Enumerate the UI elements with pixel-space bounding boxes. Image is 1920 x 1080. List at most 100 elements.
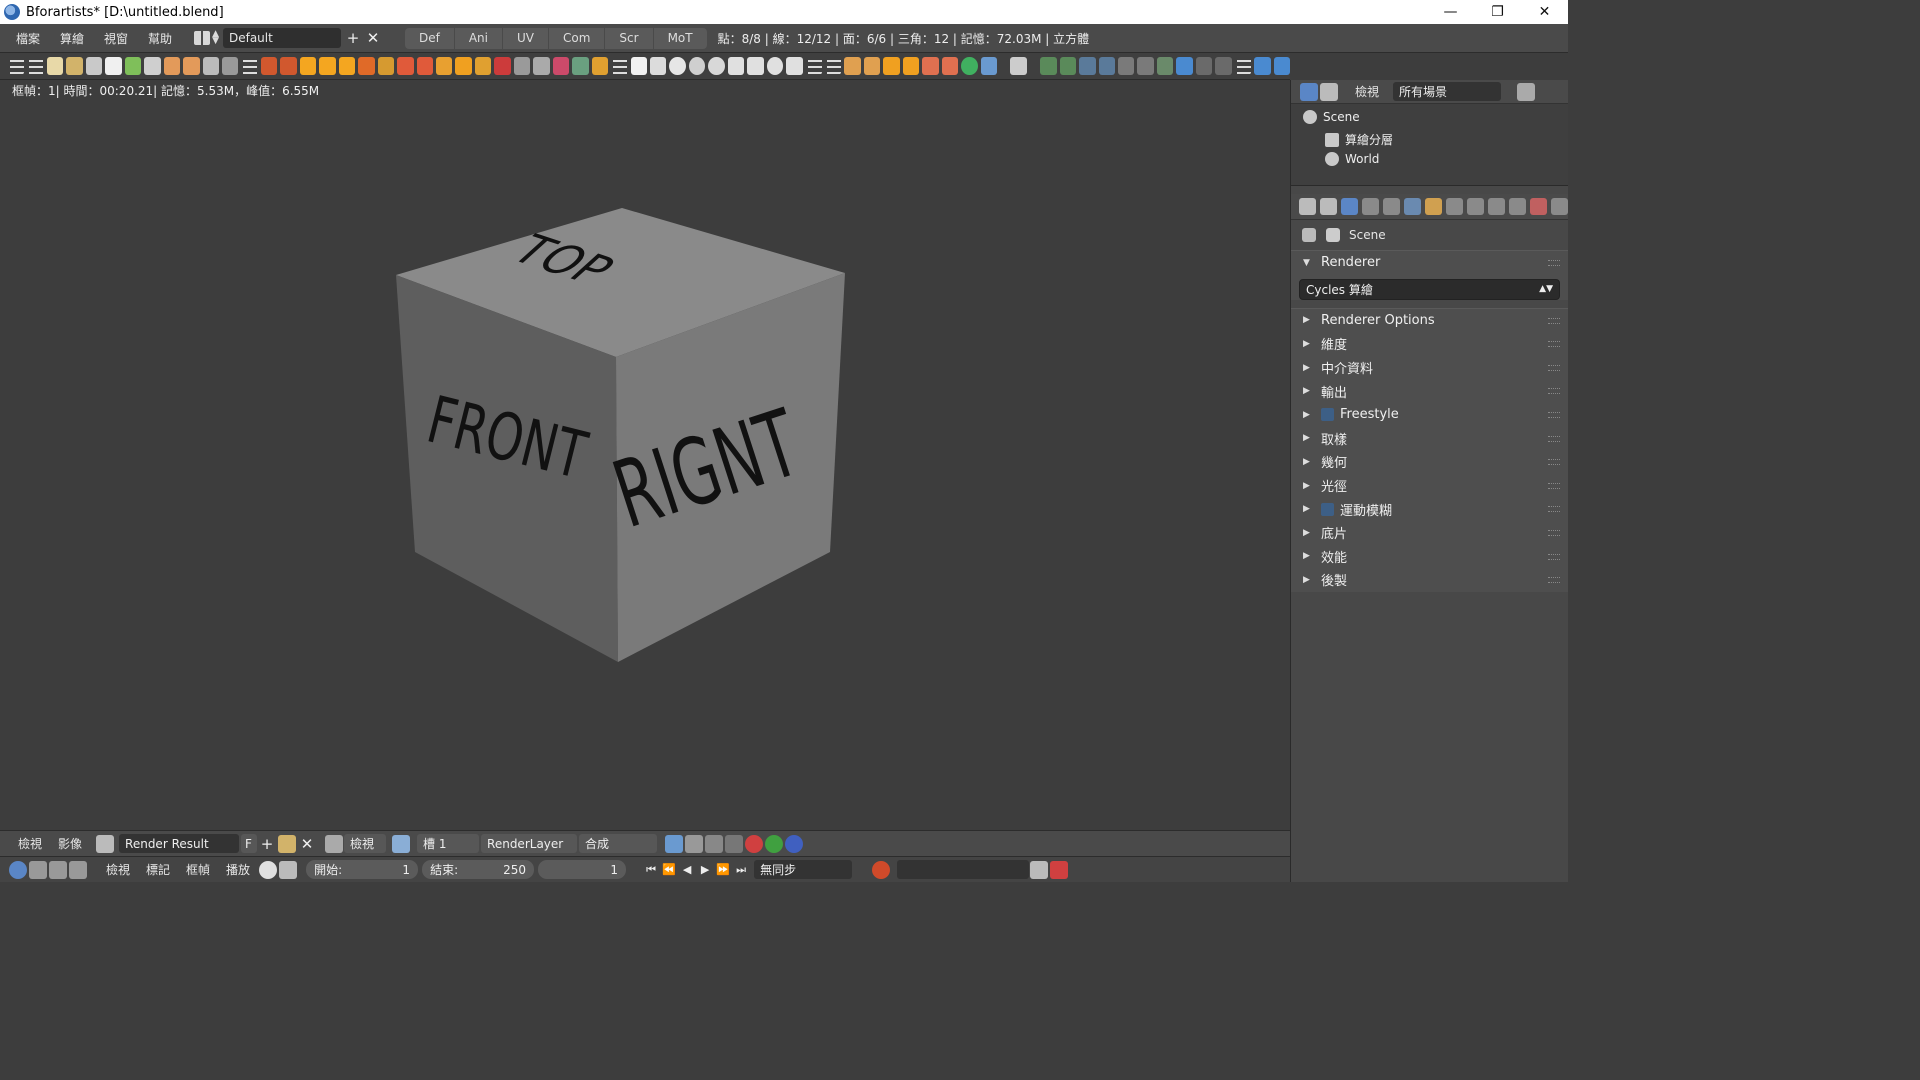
undo-icon[interactable] [1254, 57, 1271, 75]
save-copy-icon[interactable] [144, 57, 161, 75]
menu-hamburger-icon-5[interactable] [805, 57, 823, 75]
object-tab-icon[interactable] [1425, 198, 1442, 215]
drag-grip-icon[interactable] [1548, 506, 1560, 513]
append-icon[interactable] [183, 57, 200, 75]
unlink-image-icon[interactable]: ✕ [297, 834, 317, 854]
outliner-display-icon[interactable] [1320, 82, 1338, 101]
play-reverse-icon[interactable]: ◀ [678, 861, 696, 879]
view-back-icon[interactable] [863, 57, 881, 75]
z-buffer-icon[interactable] [705, 834, 724, 853]
torus-icon[interactable] [766, 57, 784, 75]
minimize-button[interactable]: — [1427, 0, 1474, 24]
blue-channel-icon[interactable] [785, 834, 804, 853]
manipulator-9-icon[interactable] [1195, 57, 1213, 75]
panel-section-4[interactable]: ▶ Freestyle [1291, 403, 1568, 427]
panel-section-6[interactable]: ▶ 幾何 [1291, 450, 1568, 474]
cube-icon[interactable] [572, 57, 589, 75]
search-icon[interactable] [1517, 82, 1536, 101]
menu-hamburger-icon-3[interactable] [241, 57, 258, 75]
drag-grip-icon[interactable] [1548, 341, 1560, 348]
red-channel-icon[interactable] [745, 834, 764, 853]
mesh-add-icon[interactable] [260, 57, 278, 75]
panel-section-1[interactable]: ▶ 維度 [1291, 332, 1568, 356]
layers-icon[interactable] [377, 57, 395, 75]
render-pass-select[interactable]: 合成 [579, 834, 658, 853]
drag-grip-icon[interactable] [1548, 317, 1560, 324]
modifier-icon[interactable] [358, 57, 375, 75]
view-front-icon[interactable] [844, 57, 861, 75]
magnet-icon[interactable] [494, 57, 511, 75]
shield-icon[interactable] [513, 57, 531, 75]
cube-prim-icon[interactable] [649, 57, 667, 75]
recent-files-icon[interactable] [85, 57, 103, 75]
image-name-field[interactable]: Render Result [119, 834, 240, 853]
remove-layout-button[interactable]: ✕ [363, 28, 383, 48]
sync-select[interactable]: 無同步 [754, 860, 853, 879]
menu-help[interactable]: 幫助 [138, 30, 182, 47]
tab-compositing[interactable]: Com [549, 27, 605, 49]
tree-item-render-layers[interactable]: 算繪分層 [1325, 131, 1393, 148]
manipulator-6-icon[interactable] [1137, 57, 1154, 75]
scene-tab-icon[interactable] [1383, 198, 1400, 215]
drag-grip-icon[interactable] [1548, 553, 1560, 560]
alpha-icon[interactable] [685, 834, 704, 853]
panel-section-2[interactable]: ▶ 中介資料 [1291, 356, 1568, 380]
tab-uv[interactable]: UV [503, 27, 548, 49]
open-image-icon[interactable] [278, 834, 297, 853]
manipulator-5-icon[interactable] [1118, 57, 1135, 75]
grid-icon[interactable] [786, 57, 803, 75]
timeline-menu-marker[interactable]: 標記 [138, 861, 178, 878]
outliner-editor-icon[interactable] [1300, 82, 1318, 101]
view-right-icon[interactable] [902, 57, 920, 75]
drag-grip-icon[interactable] [1548, 577, 1560, 584]
jump-start-icon[interactable]: ⏮ [642, 861, 660, 879]
view-camera-icon[interactable] [961, 57, 978, 75]
render-layer-select[interactable]: RenderLayer [481, 834, 578, 853]
snap-icon[interactable] [455, 57, 472, 75]
panel-section-10[interactable]: ▶ 效能 [1291, 545, 1568, 569]
panel-section-0[interactable]: ▶ Renderer Options [1291, 309, 1568, 333]
link-icon[interactable] [163, 57, 181, 75]
drag-grip-icon[interactable] [1548, 260, 1560, 266]
menu-hamburger-icon-2[interactable] [27, 57, 44, 75]
modifiers-tab-icon[interactable] [1467, 198, 1484, 215]
tree-item-scene[interactable]: Scene [1303, 110, 1360, 124]
renderer-section-header[interactable]: ▼ Renderer [1291, 251, 1568, 275]
drag-grip-icon[interactable] [1548, 459, 1560, 466]
3d-viewport[interactable]: 框幀：1| 時間：00:20.21| 記憶：5.53M，峰值：6.55M TOP… [0, 80, 1290, 830]
manipulator-icon[interactable] [1040, 57, 1057, 75]
display-channels-icon[interactable] [665, 834, 684, 853]
manipulator-7-icon[interactable] [1156, 57, 1174, 75]
manipulator-3-icon[interactable] [1079, 57, 1096, 75]
insert-keyframe-icon[interactable] [1030, 860, 1049, 879]
view-mode-icon[interactable] [325, 834, 344, 853]
play-icon[interactable]: ▶ [696, 861, 714, 879]
proportional-icon[interactable] [1010, 57, 1027, 75]
lock-icon[interactable] [279, 860, 298, 879]
props-display-icon[interactable] [1320, 198, 1337, 215]
record-icon[interactable] [872, 860, 891, 879]
image-menu-view[interactable]: 檢視 [10, 835, 50, 852]
preview-range-icon[interactable] [259, 860, 278, 879]
menu-hamburger-icon[interactable] [8, 57, 25, 75]
menu-hamburger-icon-4[interactable] [611, 57, 628, 75]
panel-section-7[interactable]: ▶ 光徑 [1291, 474, 1568, 498]
menu-hamburger-icon-6[interactable] [825, 57, 842, 75]
view-left-icon[interactable] [883, 57, 900, 75]
end-frame-field[interactable]: 結束: 250 [422, 860, 535, 879]
align-icon[interactable] [397, 57, 414, 75]
origin-icon[interactable] [474, 57, 492, 75]
manipulator-4-icon[interactable] [1098, 57, 1115, 75]
manipulator-10-icon[interactable] [1215, 57, 1232, 75]
view-select[interactable]: 檢視 [344, 834, 387, 853]
cone-icon[interactable] [747, 57, 764, 75]
screen-layout-icon[interactable] [194, 31, 211, 45]
manipulator-8-icon[interactable] [1176, 57, 1193, 75]
house-icon[interactable] [299, 57, 317, 75]
icosphere-icon[interactable] [708, 57, 725, 75]
tree-item-world[interactable]: World [1325, 152, 1379, 166]
tab-scripting[interactable]: Scr [605, 27, 653, 49]
timeline-menu-playback[interactable]: 播放 [218, 861, 258, 878]
section-checkbox[interactable] [1321, 502, 1334, 516]
drag-grip-icon[interactable] [1548, 529, 1560, 536]
